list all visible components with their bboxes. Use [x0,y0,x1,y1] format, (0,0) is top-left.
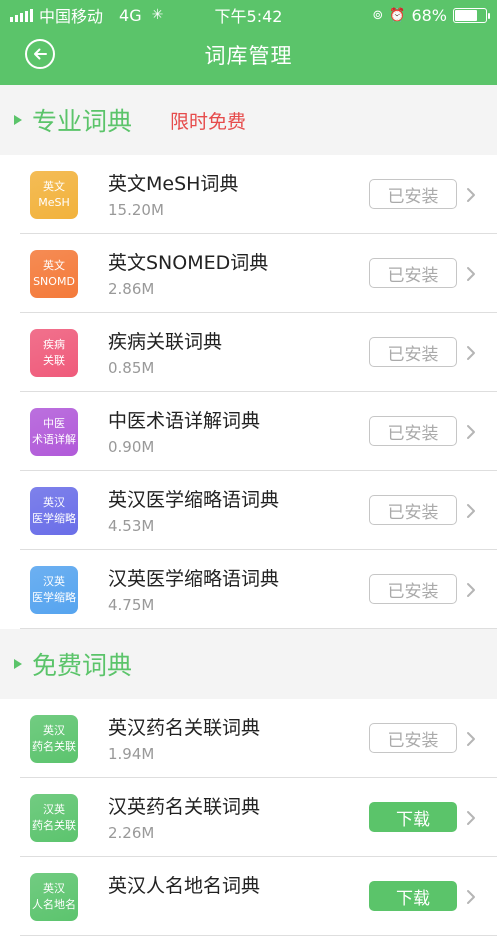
installed-button[interactable]: 已安装 [369,416,457,446]
chevron-right-icon[interactable] [465,424,477,440]
badge-line-1: 汉英 [43,575,65,588]
dictionary-size: 0.85M [108,359,155,377]
installed-button[interactable]: 已安装 [369,258,457,288]
dictionary-size: 4.53M [108,517,155,535]
badge-line-2: 人名地名 [32,898,76,911]
installed-button[interactable]: 已安装 [369,574,457,604]
dictionary-item[interactable]: 汉英 医学缩略 汉英医学缩略语词典 4.75M 已安装 [0,550,497,629]
dictionary-size: 4.75M [108,596,155,614]
dictionary-item[interactable]: 英汉 人名地名 英汉人名地名词典 下载 [0,857,497,936]
dictionary-item[interactable]: 英汉 药名关联 英汉药名关联词典 1.94M 已安装 [0,699,497,778]
battery-percent: 68% [411,5,447,25]
rotation-lock-icon: ⊚ [372,7,384,23]
dictionary-item[interactable]: 英文 SNOMD 英文SNOMED词典 2.86M 已安装 [0,234,497,313]
download-button[interactable]: 下载 [369,802,457,832]
dictionary-name: 英文SNOMED词典 [108,252,269,274]
installed-button[interactable]: 已安装 [369,723,457,753]
promo-label: 限时免费 [170,110,247,133]
badge-line-2: 药名关联 [32,819,76,832]
status-bar: 中国移动 4G ✳ 下午5:42 ⊚ ⏰ 68% [0,0,497,30]
signal-icon [10,8,33,22]
dictionary-size: 0.90M [108,438,155,456]
battery-fill [455,9,477,21]
dictionary-name: 英汉药名关联词典 [108,717,261,739]
badge-line-2: 术语详解 [32,433,76,446]
dictionary-name: 汉英医学缩略语词典 [108,568,280,590]
badge-line-2: 药名关联 [32,740,76,753]
battery-icon [453,7,490,23]
back-button[interactable] [25,39,55,69]
chevron-right-icon[interactable] [465,582,477,598]
badge-line-1: 中医 [43,417,65,430]
pro-dictionary-list: 英文 MeSH 英文MeSH词典 15.20M 已安装 英文 SNOMD 英文S… [0,155,497,629]
section-pro: 专业词典 限时免费 [0,85,497,155]
dictionary-name: 疾病关联词典 [108,331,223,353]
dictionary-item[interactable]: 英文 MeSH 英文MeSH词典 15.20M 已安装 [0,155,497,234]
header-bar: 中国移动 4G ✳ 下午5:42 ⊚ ⏰ 68% 词库管理 [0,0,497,85]
badge-line-1: 英文 [43,259,65,272]
triangle-right-icon [14,659,22,669]
dictionary-name: 汉英药名关联词典 [108,796,261,818]
badge-line-2: MeSH [38,196,70,209]
network-label: 4G [119,5,142,25]
dictionary-item[interactable]: 疾病 关联 疾病关联词典 0.85M 已安装 [0,313,497,392]
chevron-right-icon[interactable] [465,187,477,203]
activity-icon: ✳ [151,7,164,23]
chevron-right-icon[interactable] [465,266,477,282]
chevron-right-icon[interactable] [465,810,477,826]
badge-line-1: 英汉 [43,724,65,737]
dictionary-badge-icon: 疾病 关联 [30,329,78,377]
download-button[interactable]: 下载 [369,881,457,911]
dictionary-badge-icon: 英汉 医学缩略 [30,487,78,535]
dictionary-badge-icon: 中医 术语详解 [30,408,78,456]
carrier-label: 中国移动 [39,7,104,26]
free-dictionary-list: 英汉 药名关联 英汉药名关联词典 1.94M 已安装 汉英 药名关联 汉英药名关… [0,699,497,936]
dictionary-item[interactable]: 英汉 医学缩略 英汉医学缩略语词典 4.53M 已安装 [0,471,497,550]
dictionary-item[interactable]: 中医 术语详解 中医术语详解词典 0.90M 已安装 [0,392,497,471]
chevron-right-icon[interactable] [465,889,477,905]
badge-line-2: SNOMD [33,275,75,288]
installed-button[interactable]: 已安装 [369,495,457,525]
dictionary-badge-icon: 英汉 药名关联 [30,715,78,763]
chevron-right-icon[interactable] [465,345,477,361]
chevron-right-icon[interactable] [465,503,477,519]
dictionary-name: 中医术语详解词典 [108,410,261,432]
dictionary-item[interactable]: 汉英 药名关联 汉英药名关联词典 2.26M 下载 [0,778,497,857]
badge-line-2: 关联 [43,354,65,367]
triangle-right-icon [14,115,22,125]
badge-line-2: 医学缩略 [32,512,76,525]
dictionary-name: 英汉医学缩略语词典 [108,489,280,511]
alarm-icon: ⏰ [389,7,406,23]
badge-line-1: 疾病 [43,338,65,351]
section-title: 专业词典 [32,107,133,136]
arrow-left-icon [34,48,47,60]
dictionary-badge-icon: 英汉 人名地名 [30,873,78,921]
clock: 下午5:42 [214,7,283,26]
badge-line-2: 医学缩略 [32,591,76,604]
badge-line-1: 英汉 [43,496,65,509]
badge-line-1: 汉英 [43,803,65,816]
dictionary-name: 英汉人名地名词典 [108,875,261,897]
section-title: 免费词典 [32,651,133,680]
dictionary-badge-icon: 汉英 医学缩略 [30,566,78,614]
dictionary-badge-icon: 英文 MeSH [30,171,78,219]
dictionary-size: 15.20M [108,201,164,219]
dictionary-name: 英文MeSH词典 [108,173,239,195]
installed-button[interactable]: 已安装 [369,179,457,209]
dictionary-size: 1.94M [108,745,155,763]
dictionary-badge-icon: 汉英 药名关联 [30,794,78,842]
badge-line-1: 英汉 [43,882,65,895]
dictionary-badge-icon: 英文 SNOMD [30,250,78,298]
section-free: 免费词典 [0,629,497,699]
page-title: 词库管理 [204,43,293,68]
dictionary-size: 2.86M [108,280,155,298]
dictionary-size: 2.26M [108,824,155,842]
chevron-right-icon[interactable] [465,731,477,747]
badge-line-1: 英文 [43,180,65,193]
installed-button[interactable]: 已安装 [369,337,457,367]
